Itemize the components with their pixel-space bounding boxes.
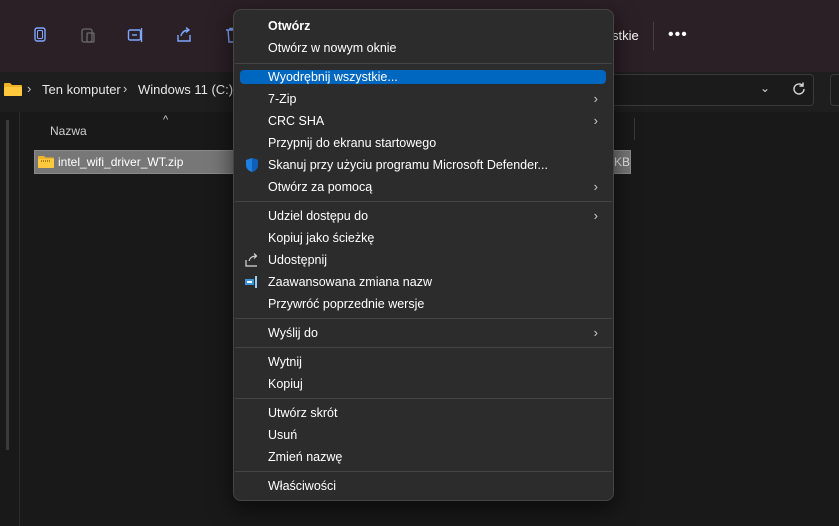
- folder-icon: [4, 83, 22, 96]
- menu-item-send-to[interactable]: Wyślij do ›: [240, 323, 606, 343]
- menu-item-label: Udziel dostępu do: [268, 209, 369, 223]
- breadcrumb-separator: ›: [123, 81, 128, 96]
- menu-item-label: Kopiuj: [268, 377, 303, 391]
- file-size: KB: [614, 155, 631, 169]
- menu-item-label: Wyodrębnij wszystkie...: [268, 70, 398, 84]
- breadcrumb-item-this-pc[interactable]: Ten komputer: [42, 82, 121, 97]
- menu-item-open-with[interactable]: Otwórz za pomocą ›: [240, 177, 606, 197]
- column-header-name[interactable]: Nazwa: [50, 124, 87, 138]
- menu-item-label: Przywróć poprzednie wersje: [268, 297, 425, 311]
- chevron-right-icon: ›: [593, 179, 598, 194]
- menu-separator: [235, 63, 612, 64]
- menu-item-delete[interactable]: Usuń: [240, 425, 606, 445]
- breadcrumb-separator: ›: [27, 81, 32, 96]
- defender-shield-icon: [246, 158, 258, 172]
- menu-item-restore-versions[interactable]: Przywróć poprzednie wersje: [240, 294, 606, 314]
- menu-item-label: Skanuj przy użyciu programu Microsoft De…: [268, 158, 548, 172]
- menu-separator: [235, 471, 612, 472]
- menu-item-rename[interactable]: Zmień nazwę: [240, 447, 606, 467]
- menu-item-label: 7-Zip: [268, 92, 297, 106]
- chevron-right-icon: ›: [593, 325, 598, 340]
- menu-item-label: Usuń: [268, 428, 298, 442]
- menu-item-label: Kopiuj jako ścieżkę: [268, 231, 375, 245]
- chevron-down-icon[interactable]: ⌄: [760, 81, 770, 95]
- menu-item-7zip[interactable]: 7-Zip ›: [240, 89, 606, 109]
- breadcrumb-item-drive-c[interactable]: Windows 11 (C:): [138, 82, 233, 97]
- menu-item-label: Właściwości: [268, 479, 337, 493]
- search-input[interactable]: [830, 74, 839, 106]
- menu-separator: [235, 347, 612, 348]
- menu-item-create-shortcut[interactable]: Utwórz skrót: [240, 403, 606, 423]
- menu-item-label: Udostępnij: [268, 253, 328, 267]
- menu-item-crc-sha[interactable]: CRC SHA ›: [240, 111, 606, 131]
- menu-item-properties[interactable]: Właściwości: [240, 476, 606, 496]
- zip-folder-icon: [38, 156, 54, 168]
- menu-item-label: Wyślij do: [268, 326, 318, 340]
- share-icon[interactable]: [173, 24, 195, 46]
- menu-item-power-rename[interactable]: Zaawansowana zmiana nazw: [240, 272, 606, 292]
- menu-separator: [235, 318, 612, 319]
- address-bar[interactable]: [611, 74, 814, 106]
- context-menu: Otwórz Otwórz w nowym oknie Wyodrębnij w…: [233, 9, 614, 501]
- menu-separator: [235, 398, 612, 399]
- menu-item-share[interactable]: Udostępnij: [240, 250, 606, 270]
- menu-item-label: Zaawansowana zmiana nazw: [268, 275, 432, 289]
- menu-item-label: Wytnij: [268, 355, 302, 369]
- chevron-right-icon: ›: [593, 208, 598, 223]
- refresh-icon[interactable]: [791, 81, 807, 97]
- menu-item-label: Otwórz za pomocą: [268, 180, 373, 194]
- rename-icon[interactable]: [125, 24, 147, 46]
- menu-item-label: CRC SHA: [268, 114, 325, 128]
- chevron-right-icon: ›: [593, 91, 598, 106]
- file-name: intel_wifi_driver_WT.zip: [58, 155, 184, 169]
- menu-item-label: Otwórz w nowym oknie: [268, 41, 397, 55]
- more-options-button[interactable]: •••: [668, 26, 688, 44]
- menu-item-extract-all[interactable]: Wyodrębnij wszystkie...: [240, 70, 606, 84]
- pane-divider[interactable]: [19, 112, 20, 526]
- menu-item-label: Przypnij do ekranu startowego: [268, 136, 437, 150]
- menu-item-give-access[interactable]: Udziel dostępu do ›: [240, 206, 606, 226]
- menu-separator: [235, 201, 612, 202]
- toolbar-divider: [653, 22, 654, 50]
- menu-item-scan-defender[interactable]: Skanuj przy użyciu programu Microsoft De…: [240, 155, 606, 175]
- menu-item-open[interactable]: Otwórz: [240, 16, 606, 36]
- menu-item-copy[interactable]: Kopiuj: [240, 374, 606, 394]
- paste-icon[interactable]: [77, 24, 99, 46]
- menu-item-label: Zmień nazwę: [268, 450, 343, 464]
- share-icon: [245, 253, 258, 267]
- chevron-right-icon: ›: [593, 113, 598, 128]
- power-rename-icon: [245, 276, 257, 288]
- menu-item-open-new-window[interactable]: Otwórz w nowym oknie: [240, 38, 606, 58]
- menu-item-cut[interactable]: Wytnij: [240, 352, 606, 372]
- nav-pane-scrollbar[interactable]: [6, 120, 9, 450]
- menu-item-label: Otwórz: [268, 19, 311, 33]
- sort-ascending-icon: ^: [163, 114, 169, 126]
- toolbar-button-label[interactable]: stkie: [612, 28, 639, 43]
- column-divider[interactable]: [634, 118, 635, 140]
- menu-item-label: Utwórz skrót: [268, 406, 338, 420]
- menu-item-copy-as-path[interactable]: Kopiuj jako ścieżkę: [240, 228, 606, 248]
- menu-item-pin-to-start[interactable]: Przypnij do ekranu startowego: [240, 133, 606, 153]
- copy-icon[interactable]: [29, 24, 51, 46]
